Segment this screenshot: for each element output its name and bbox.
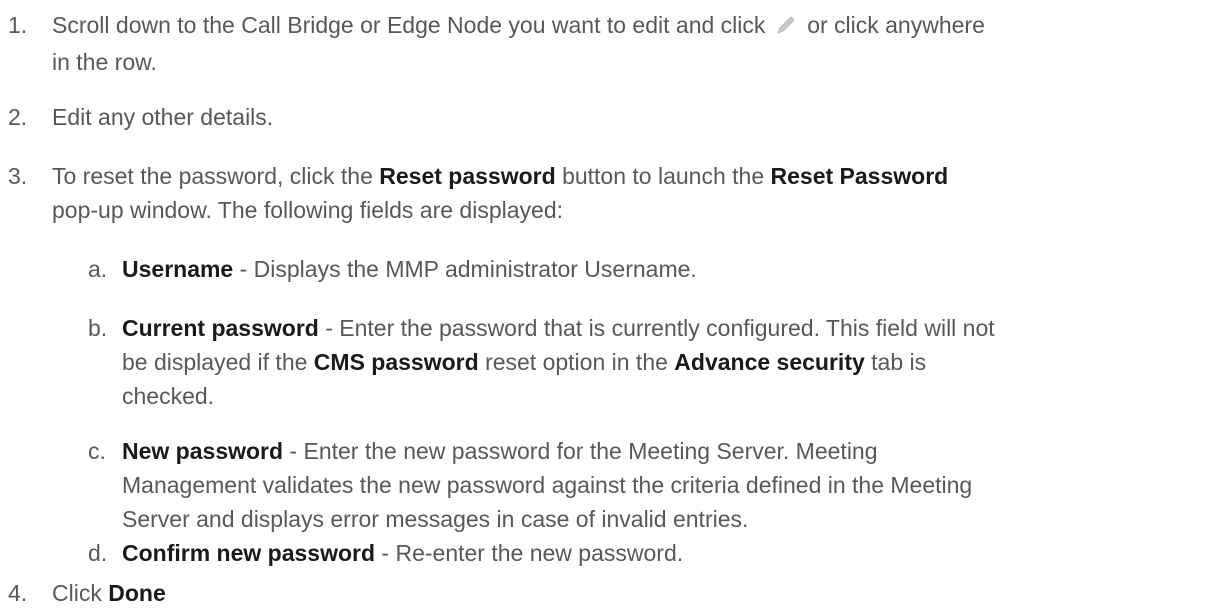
ui-term: Reset password xyxy=(379,163,556,189)
step-number: 1. xyxy=(8,12,28,38)
pencil-icon xyxy=(775,11,797,45)
field-name: New password xyxy=(122,438,284,464)
substep-letter: c. xyxy=(88,438,106,464)
substep-letter: b. xyxy=(88,315,108,341)
step-number: 4. xyxy=(8,580,28,606)
substep-text: Current password - Enter the password th… xyxy=(122,315,995,409)
ui-term: Advance security xyxy=(674,349,865,375)
ui-term: CMS password xyxy=(313,349,479,375)
ui-term: Reset Password xyxy=(770,163,949,189)
field-name: Current password xyxy=(122,315,319,341)
ui-term: Done xyxy=(108,580,166,606)
step-number: 3. xyxy=(8,163,28,189)
step-text: To reset the password, click the Reset p… xyxy=(52,163,949,223)
substep-letter: d. xyxy=(88,540,108,566)
substep-text: Username - Displays the MMP administrato… xyxy=(122,256,697,282)
step-text: Scroll down to the Call Bridge or Edge N… xyxy=(52,11,985,75)
step-text: Edit any other details. xyxy=(52,104,274,130)
substep-text: New password - Enter the new password fo… xyxy=(122,438,973,532)
step-text: Click Done xyxy=(52,580,166,606)
substep-letter: a. xyxy=(88,256,108,282)
substep-text: Confirm new password - Re-enter the new … xyxy=(122,540,684,566)
step-number: 2. xyxy=(8,104,28,130)
field-name: Confirm new password xyxy=(122,540,376,566)
field-name: Username xyxy=(122,256,234,282)
